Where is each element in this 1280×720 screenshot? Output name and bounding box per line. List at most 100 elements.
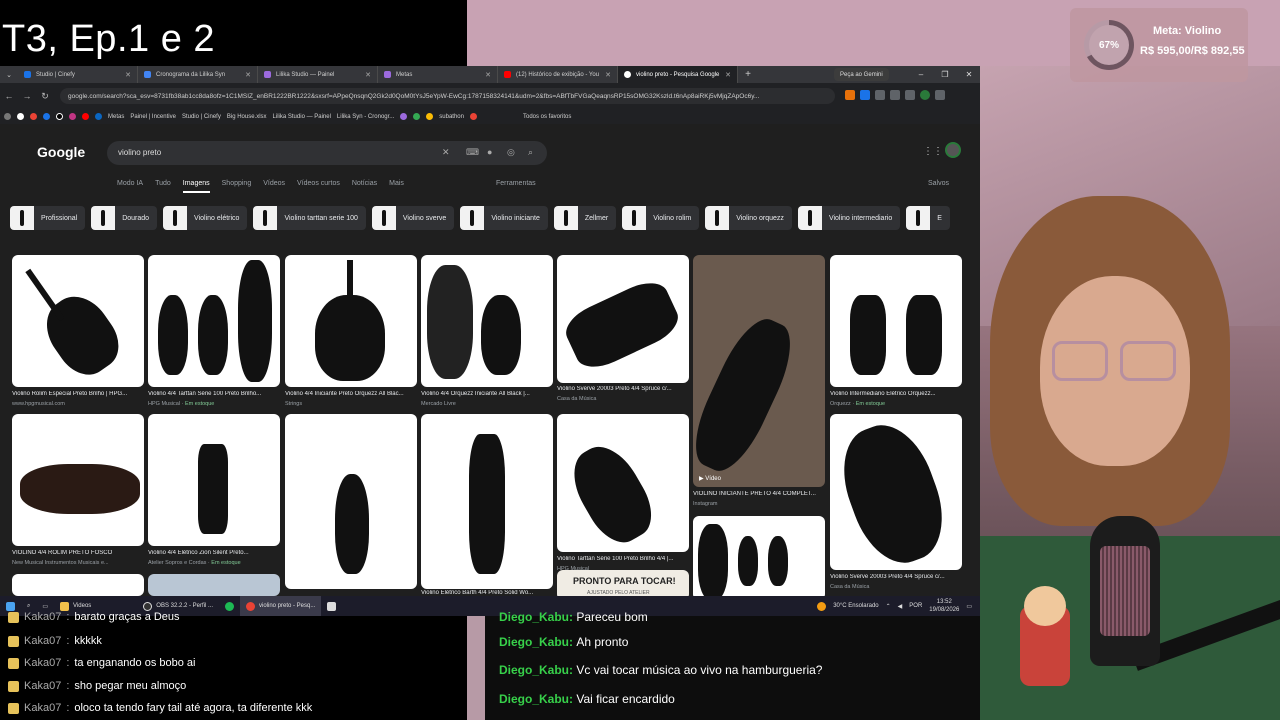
bookmark-icon[interactable]: [400, 113, 408, 120]
taskbar-app[interactable]: [321, 596, 342, 616]
filter-shopping[interactable]: Shopping: [222, 180, 252, 193]
result-thumbnail[interactable]: [148, 574, 280, 596]
filter-modo-ia[interactable]: Modo IA: [117, 180, 143, 193]
tab-google-search[interactable]: violino preto - Pesquisa Google ✕: [618, 66, 738, 83]
bookmark-icon[interactable]: [82, 113, 89, 120]
result-thumbnail[interactable]: [12, 414, 144, 546]
profile-icon[interactable]: [920, 90, 930, 100]
close-icon[interactable]: ✕: [725, 71, 731, 79]
filter-videos-curtos[interactable]: Vídeos curtos: [297, 180, 340, 193]
image-result[interactable]: Violino Elétrico Barth 4/4 Preto Solid W…: [421, 414, 553, 596]
result-thumbnail[interactable]: [12, 574, 144, 596]
result-caption[interactable]: VIOLINO INICIANTE PRETO 4/4 COMPLET...: [693, 491, 825, 497]
filter-imagens[interactable]: Imagens: [182, 180, 210, 193]
bookmark-lilika-cronograma[interactable]: Lilika Syn - Cronogr...: [337, 114, 394, 120]
microphone-icon[interactable]: ●: [487, 147, 492, 157]
extension-icon[interactable]: [860, 90, 870, 100]
tab-youtube-history[interactable]: (12) Histórico de exibição - You ✕: [498, 66, 618, 83]
result-caption[interactable]: Violino Tarttan Série 100 Preto Brilho 4…: [557, 556, 689, 562]
language-indicator[interactable]: POR: [909, 603, 922, 609]
gemini-button[interactable]: Peça ao Gemini: [834, 68, 889, 81]
bookmark-icon[interactable]: [56, 113, 63, 120]
result-caption[interactable]: Violino 4/4 Tarttan Série 100 Preto Bril…: [148, 391, 280, 397]
extension-icon[interactable]: [875, 90, 885, 100]
image-result[interactable]: VIOLINO 4/4 ROLIM PRETO FOSCO New Musica…: [12, 414, 144, 569]
chip-dourado[interactable]: Dourado: [91, 206, 158, 230]
weather-text[interactable]: 30°C Ensolarado: [833, 603, 878, 609]
clock[interactable]: 13:52 19/08/2026: [929, 598, 959, 614]
chip-violino-intermediario[interactable]: Violino intermediario: [797, 206, 901, 230]
keyboard-icon[interactable]: ⌨: [466, 147, 479, 158]
saved-button[interactable]: Salvos: [928, 180, 949, 187]
chip-profissional[interactable]: Profissional: [10, 206, 86, 230]
result-thumbnail[interactable]: PRONTO PARA TOCAR! AJUSTADO PELO ATELIER: [557, 570, 689, 596]
image-result[interactable]: PRONTO PARA TOCAR! AJUSTADO PELO ATELIER: [557, 570, 689, 596]
chip-violino-iniciante[interactable]: Violino iniciante: [460, 206, 548, 230]
result-caption[interactable]: Violino 4/4 Iniciante Preto Orquezz All …: [285, 391, 417, 397]
tools-button[interactable]: Ferramentas: [496, 180, 536, 187]
chip-zellmer[interactable]: Zellmer: [553, 206, 617, 230]
image-result[interactable]: Violino 4/4 Iniciante Preto Orquezz All …: [285, 255, 417, 410]
close-icon[interactable]: ✕: [485, 71, 491, 79]
result-thumbnail[interactable]: [557, 255, 689, 383]
taskbar-chrome[interactable]: violino preto - Pesq...: [240, 596, 322, 616]
forward-icon[interactable]: →: [18, 91, 36, 101]
google-apps-icon[interactable]: ⋮⋮: [923, 146, 943, 157]
tab-search-icon[interactable]: ⌄: [0, 66, 18, 83]
tab-lilika-painel[interactable]: Lilika Studio — Painel ✕: [258, 66, 378, 83]
bookmark-icon[interactable]: [469, 113, 477, 120]
bookmark-icon[interactable]: [426, 113, 434, 120]
minimize-icon[interactable]: –: [910, 66, 932, 83]
bookmark-icon[interactable]: [95, 113, 102, 120]
new-tab-button[interactable]: +: [738, 69, 758, 80]
apps-icon[interactable]: [4, 113, 11, 120]
chip-more[interactable]: E: [906, 206, 950, 230]
image-result[interactable]: [148, 574, 280, 596]
filter-tudo[interactable]: Tudo: [155, 180, 171, 193]
bookmark-painel[interactable]: Painel | Incentive: [130, 114, 176, 120]
filter-noticias[interactable]: Notícias: [352, 180, 377, 193]
image-result[interactable]: [693, 516, 825, 596]
bookmark-icon[interactable]: [413, 113, 421, 120]
close-icon[interactable]: ✕: [245, 71, 251, 79]
back-icon[interactable]: ←: [0, 91, 18, 101]
bookmark-icon[interactable]: [30, 113, 37, 120]
image-result[interactable]: Violino 4/4 Tarttan Série 100 Preto Bril…: [148, 255, 280, 410]
result-thumbnail[interactable]: [285, 414, 417, 589]
tab-cronograma[interactable]: Cronograma da Lilika Syn ✕: [138, 66, 258, 83]
result-thumbnail[interactable]: [285, 255, 417, 387]
close-icon[interactable]: ✕: [605, 71, 611, 79]
close-icon[interactable]: ✕: [365, 71, 371, 79]
all-bookmarks[interactable]: Todos os favoritos: [523, 114, 571, 120]
image-result[interactable]: Violino Sverve 20003 Preto 4/4 Spruce c/…: [557, 255, 689, 410]
result-caption[interactable]: VIOLINO 4/4 ROLIM PRETO FOSCO: [12, 550, 144, 556]
image-result[interactable]: Violino Tarttan Série 100 Preto Brilho 4…: [557, 414, 689, 579]
reload-icon[interactable]: ↻: [36, 91, 54, 102]
result-caption[interactable]: Violino Sverve 20003 Preto 4/4 Spruce c/…: [830, 574, 962, 580]
close-icon[interactable]: ✕: [125, 71, 131, 79]
chip-violino-eletrico[interactable]: Violino elétrico: [163, 206, 248, 230]
result-caption[interactable]: Violino Rolim Especial Preto Brilho | HP…: [12, 391, 144, 397]
search-icon[interactable]: ⌕: [528, 147, 533, 158]
result-caption[interactable]: Violino 4/4 Orquezz Iniciante All Black …: [421, 391, 553, 397]
bookmark-lilika-studio[interactable]: Lilika Studio — Painel: [273, 114, 331, 120]
extension-icon[interactable]: [890, 90, 900, 100]
lens-icon[interactable]: ◎: [507, 147, 515, 158]
extension-icon[interactable]: [845, 90, 855, 100]
close-window-icon[interactable]: ✕: [958, 66, 980, 83]
result-caption[interactable]: Violino 4/4 Elétrico Zion Silent Preto..…: [148, 550, 280, 556]
bookmark-metas[interactable]: Metas: [108, 114, 124, 120]
menu-icon[interactable]: [935, 90, 945, 100]
image-result[interactable]: [12, 574, 144, 596]
image-result[interactable]: [285, 414, 417, 594]
image-result[interactable]: Violino 4/4 Elétrico Zion Silent Preto..…: [148, 414, 280, 569]
result-thumbnail[interactable]: [557, 414, 689, 552]
google-logo[interactable]: Google: [37, 144, 85, 160]
notifications-icon[interactable]: ▭: [966, 603, 972, 610]
filter-videos[interactable]: Vídeos: [263, 180, 285, 193]
search-box[interactable]: violino preto ✕ ⌨ ● ◎ ⌕: [107, 141, 547, 165]
bookmark-studio[interactable]: Studio | Cinefy: [182, 114, 221, 120]
image-result[interactable]: Violino Sverve 20003 Preto 4/4 Spruce c/…: [830, 414, 962, 594]
tray-chevron-icon[interactable]: ⌃: [886, 603, 891, 610]
download-icon[interactable]: [905, 90, 915, 100]
